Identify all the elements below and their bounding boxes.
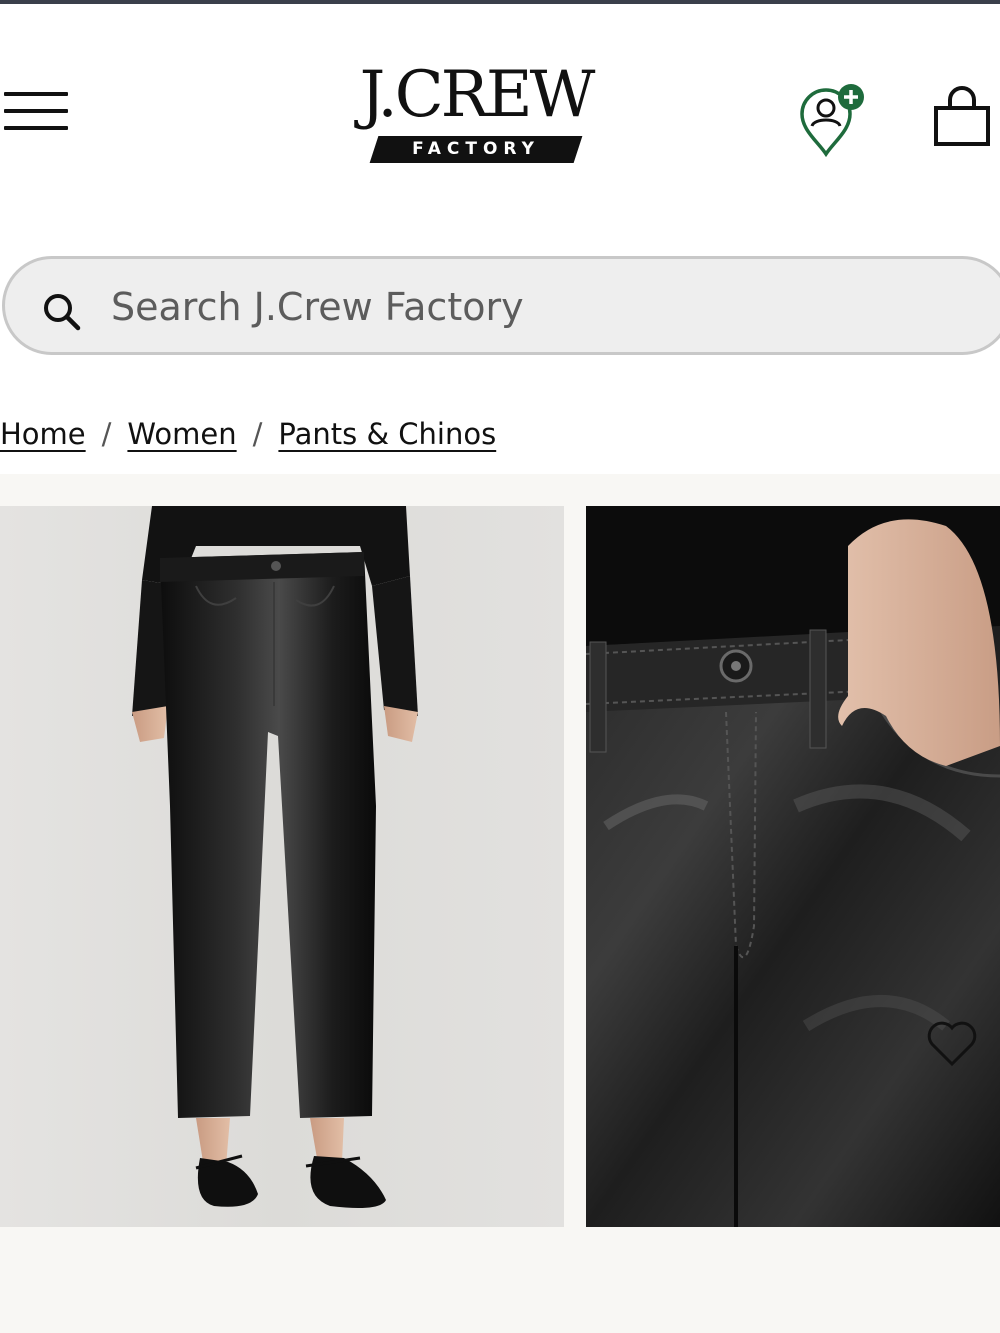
search-bar[interactable] bbox=[2, 256, 1000, 355]
breadcrumb-women[interactable]: Women bbox=[127, 417, 236, 451]
breadcrumb: Home / Women / Pants & Chinos bbox=[0, 412, 496, 456]
breadcrumb-separator: / bbox=[252, 417, 263, 451]
wishlist-button[interactable] bbox=[924, 1018, 980, 1070]
shopping-bag-button[interactable] bbox=[930, 84, 994, 150]
menu-line bbox=[4, 109, 68, 113]
product-photo-detail-drawing bbox=[586, 506, 1000, 1227]
product-image-detail[interactable] bbox=[586, 506, 1000, 1227]
breadcrumb-separator: / bbox=[101, 417, 112, 451]
account-location-plus-icon bbox=[800, 84, 864, 158]
menu-button[interactable] bbox=[4, 90, 68, 134]
search-icon[interactable] bbox=[41, 291, 81, 331]
site-header: J.CREW FACTORY bbox=[0, 4, 1000, 204]
product-photo-full-drawing bbox=[0, 506, 564, 1227]
product-image-full[interactable] bbox=[0, 506, 564, 1227]
menu-line bbox=[4, 126, 68, 130]
product-gallery bbox=[0, 474, 1000, 1333]
heart-icon bbox=[927, 1021, 977, 1067]
shopping-bag-icon bbox=[934, 86, 990, 146]
hamburger-menu-icon bbox=[4, 92, 68, 96]
brand-name: J.CREW bbox=[359, 58, 596, 132]
breadcrumb-home[interactable]: Home bbox=[0, 417, 86, 451]
brand-subtitle: FACTORY bbox=[412, 139, 540, 159]
brand-logo[interactable]: J.CREW FACTORY bbox=[338, 60, 614, 170]
search-input[interactable] bbox=[111, 277, 911, 337]
account-button[interactable] bbox=[796, 82, 872, 158]
breadcrumb-pants-chinos[interactable]: Pants & Chinos bbox=[278, 417, 496, 451]
